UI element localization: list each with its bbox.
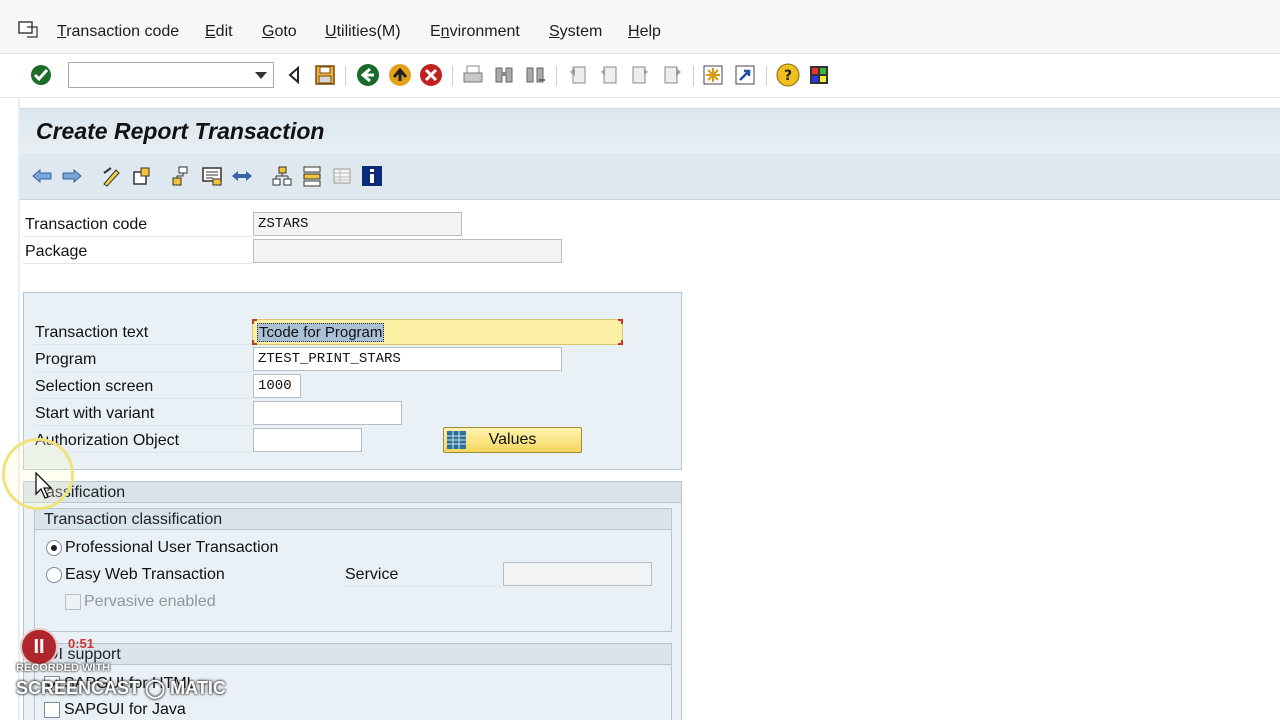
row-divider bbox=[33, 371, 252, 372]
menu-environment[interactable]: Environment bbox=[430, 23, 520, 41]
mouse-pointer-icon bbox=[35, 472, 53, 499]
standard-toolbar: ? bbox=[0, 54, 1280, 98]
save-icon[interactable] bbox=[313, 63, 337, 87]
easy-web-radio[interactable] bbox=[46, 567, 62, 583]
where-used-icon[interactable] bbox=[170, 164, 194, 188]
toolbar-separator bbox=[556, 66, 557, 86]
previous-page-icon[interactable] bbox=[597, 63, 621, 87]
focus-corner bbox=[618, 340, 623, 345]
menu-utilities[interactable]: Utilities(M) bbox=[325, 23, 401, 41]
focus-corner bbox=[252, 319, 257, 324]
forward-arrow-icon[interactable] bbox=[60, 164, 84, 188]
back-triangle-icon[interactable] bbox=[282, 63, 306, 87]
recording-time: 0:51 bbox=[68, 636, 95, 651]
create-session-icon[interactable] bbox=[701, 63, 725, 87]
table-values-icon bbox=[447, 431, 466, 449]
help-icon[interactable]: ? bbox=[776, 63, 800, 87]
other-object-icon[interactable] bbox=[130, 164, 154, 188]
transaction-text-input[interactable]: Tcode for Program bbox=[252, 319, 623, 345]
find-icon[interactable] bbox=[492, 63, 516, 87]
start-with-variant-input[interactable] bbox=[253, 401, 402, 425]
enter-icon[interactable] bbox=[29, 63, 53, 87]
screencast-brand-text: SCREENCAST ◯ MATIC bbox=[16, 678, 226, 698]
back-icon[interactable] bbox=[356, 63, 380, 87]
row-divider bbox=[33, 398, 252, 399]
first-page-icon[interactable] bbox=[566, 63, 590, 87]
pervasive-enabled-label: Pervasive enabled bbox=[84, 593, 216, 610]
transaction-code-label: Transaction code bbox=[25, 216, 148, 233]
recording-watermark: II 0:51 RECORDED WITH SCREENCAST ◯ MATIC bbox=[16, 626, 256, 716]
navigation-icon[interactable] bbox=[230, 164, 254, 188]
toolbar-separator bbox=[693, 66, 694, 86]
application-toolbar bbox=[20, 154, 1280, 200]
transaction-text-label: Transaction text bbox=[35, 324, 149, 341]
menu-system[interactable]: System bbox=[549, 23, 602, 41]
transaction-classification-title: Transaction classification bbox=[44, 511, 223, 528]
easy-web-label: Easy Web Transaction bbox=[65, 566, 225, 583]
professional-user-radio[interactable] bbox=[46, 540, 62, 556]
focus-corner bbox=[618, 319, 623, 324]
service-field bbox=[503, 562, 652, 586]
title-bar: Create Report Transaction bbox=[20, 108, 1280, 154]
program-input[interactable]: ZTEST_PRINT_STARS bbox=[253, 347, 562, 371]
print-icon[interactable] bbox=[461, 63, 485, 87]
shortcut-icon[interactable] bbox=[733, 63, 757, 87]
toolbar-separator bbox=[345, 66, 346, 86]
last-page-icon[interactable] bbox=[660, 63, 684, 87]
row-divider bbox=[23, 263, 253, 264]
transaction-code-field: ZSTARS bbox=[253, 212, 462, 236]
toolbar-separator bbox=[452, 66, 453, 86]
menu-goto[interactable]: Goto bbox=[262, 23, 297, 41]
transaction-classification-header: Transaction classification bbox=[34, 508, 672, 530]
program-label: Program bbox=[35, 351, 97, 368]
info-icon[interactable] bbox=[360, 164, 384, 188]
customize-layout-icon[interactable] bbox=[807, 63, 831, 87]
authorization-object-input[interactable] bbox=[253, 428, 362, 452]
selection-screen-label: Selection screen bbox=[35, 378, 154, 395]
package-field bbox=[253, 239, 562, 263]
row-divider bbox=[344, 586, 502, 587]
exit-icon[interactable] bbox=[388, 63, 412, 87]
hierarchy-icon[interactable] bbox=[270, 164, 294, 188]
package-label: Package bbox=[25, 243, 88, 260]
table-icon[interactable] bbox=[330, 164, 354, 188]
pervasive-enabled-checkbox[interactable] bbox=[65, 594, 81, 610]
start-with-variant-label: Start with variant bbox=[35, 405, 155, 422]
cancel-icon[interactable] bbox=[419, 63, 443, 87]
service-label: Service bbox=[345, 566, 399, 583]
values-button-label: Values bbox=[488, 431, 537, 448]
display-object-list-icon[interactable] bbox=[200, 164, 224, 188]
toolbar-separator bbox=[766, 66, 767, 86]
focus-corner bbox=[252, 340, 257, 345]
row-divider bbox=[33, 425, 252, 426]
selection-screen-input[interactable]: 1000 bbox=[253, 374, 301, 398]
values-button[interactable]: Values bbox=[443, 427, 582, 453]
recorded-with-text: RECORDED WITH bbox=[16, 662, 111, 674]
structure-icon[interactable] bbox=[300, 164, 324, 188]
menu-bar: Transaction code Edit Goto Utilities(M) … bbox=[0, 0, 1280, 54]
chevron-down-icon[interactable] bbox=[255, 72, 267, 79]
menu-edit[interactable]: Edit bbox=[205, 23, 233, 41]
menu-help[interactable]: Help bbox=[628, 23, 661, 41]
display-change-icon[interactable] bbox=[100, 164, 124, 188]
page-title: Create Report Transaction bbox=[36, 118, 325, 144]
svg-text:?: ? bbox=[784, 68, 792, 84]
command-field[interactable] bbox=[68, 62, 274, 88]
classification-header: assification bbox=[23, 481, 682, 503]
professional-user-label: Professional User Transaction bbox=[65, 539, 279, 556]
find-next-icon[interactable] bbox=[523, 63, 547, 87]
transaction-text-value: Tcode for Program bbox=[257, 323, 385, 342]
next-page-icon[interactable] bbox=[628, 63, 652, 87]
row-divider bbox=[23, 236, 253, 237]
menu-transaction-code[interactable]: Transaction code bbox=[57, 23, 179, 41]
row-divider bbox=[33, 344, 252, 345]
system-menu-icon[interactable] bbox=[18, 20, 38, 38]
screencast-logo-icon: II bbox=[20, 628, 58, 666]
back-arrow-icon[interactable] bbox=[30, 164, 54, 188]
